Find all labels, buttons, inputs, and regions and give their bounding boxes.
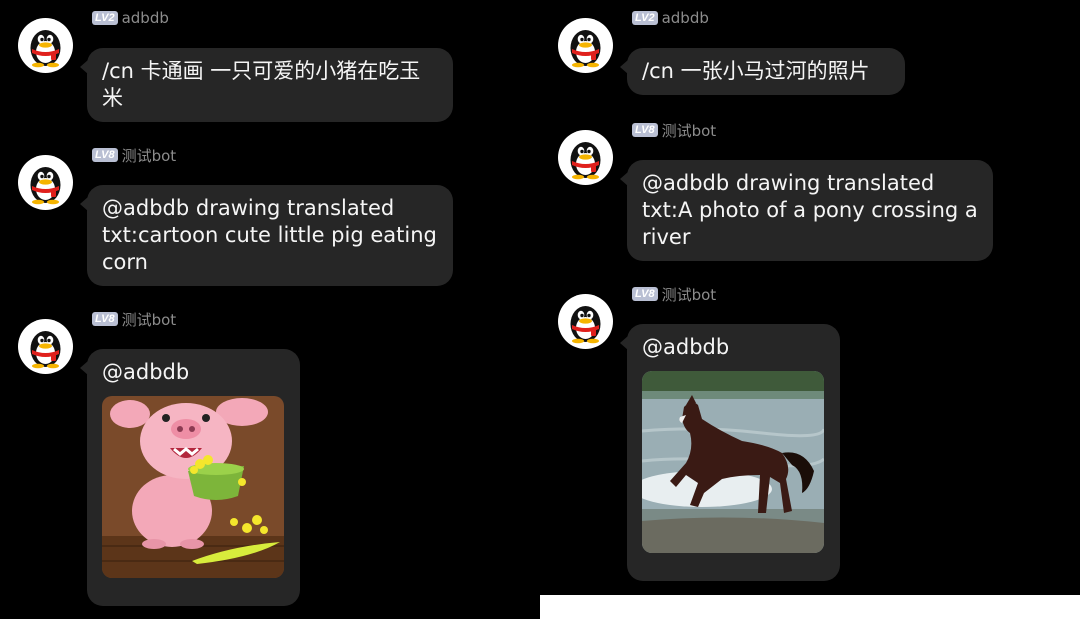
username[interactable]: adbdb — [122, 9, 169, 27]
message-meta: LV8 测试bot — [632, 120, 717, 141]
message-meta: LV2 adbdb — [632, 9, 709, 27]
username[interactable]: adbdb — [662, 9, 709, 27]
level-badge: LV2 — [92, 11, 118, 25]
level-badge: LV8 — [632, 287, 658, 301]
penguin-avatar-icon[interactable] — [18, 155, 73, 210]
level-badge: LV2 — [632, 11, 658, 25]
message-text: @adbdb — [642, 335, 730, 359]
message-meta: LV2 adbdb — [92, 9, 169, 27]
message-bubble[interactable]: @adbdb — [80, 349, 300, 606]
message-text: @adbdb — [102, 360, 190, 384]
message-meta: LV8 测试bot — [632, 284, 717, 305]
message-text: @adbdb drawing translated txt:cartoon cu… — [102, 196, 437, 274]
bottom-white-strip — [540, 595, 1080, 619]
message-text: /cn 卡通画 一只可爱的小猪在吃玉米 — [102, 59, 421, 110]
username[interactable]: 测试bot — [662, 284, 717, 305]
chat-panel-right: LV2 adbdb /cn 一张小马过河的照片 LV8 测试bot @adbdb… — [540, 0, 1080, 619]
message-bubble[interactable]: @adbdb — [620, 324, 840, 581]
level-badge: LV8 — [92, 148, 118, 162]
level-badge: LV8 — [632, 123, 658, 137]
horse-river-image[interactable] — [642, 371, 824, 553]
message-text: /cn 一张小马过河的照片 — [642, 59, 870, 83]
username[interactable]: 测试bot — [122, 145, 177, 166]
penguin-avatar-icon[interactable] — [558, 294, 613, 349]
penguin-avatar-icon[interactable] — [18, 18, 73, 73]
penguin-avatar-icon[interactable] — [558, 130, 613, 185]
message-bubble[interactable]: @adbdb drawing translated txt:cartoon cu… — [80, 185, 453, 286]
message-text: @adbdb drawing translated txt:A photo of… — [642, 171, 978, 249]
penguin-avatar-icon[interactable] — [558, 18, 613, 73]
message-bubble[interactable]: /cn 一张小马过河的照片 — [620, 48, 905, 95]
message-bubble[interactable]: @adbdb drawing translated txt:A photo of… — [620, 160, 993, 261]
chat-panel-left: LV2 adbdb /cn 卡通画 一只可爱的小猪在吃玉米 LV8 测试bot … — [0, 0, 540, 619]
level-badge: LV8 — [92, 312, 118, 326]
username[interactable]: 测试bot — [122, 309, 177, 330]
message-bubble[interactable]: /cn 卡通画 一只可爱的小猪在吃玉米 — [80, 48, 453, 122]
penguin-avatar-icon[interactable] — [18, 319, 73, 374]
message-meta: LV8 测试bot — [92, 309, 177, 330]
cartoon-pig-image[interactable] — [102, 396, 284, 578]
username[interactable]: 测试bot — [662, 120, 717, 141]
message-meta: LV8 测试bot — [92, 145, 177, 166]
